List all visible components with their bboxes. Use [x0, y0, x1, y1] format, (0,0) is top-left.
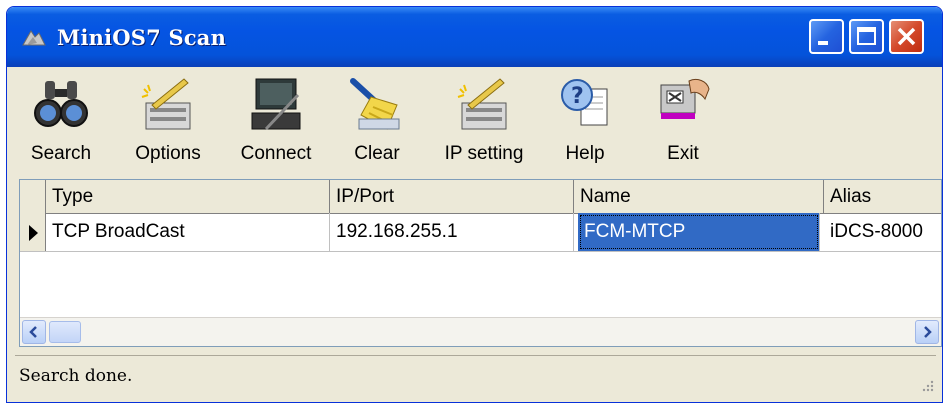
search-button[interactable]: Search	[19, 75, 103, 175]
help-button[interactable]: ? Help	[553, 75, 617, 175]
cell-alias[interactable]: iDCS-8000	[824, 213, 942, 251]
column-header-alias[interactable]: Alias	[824, 180, 942, 213]
help-label: Help	[565, 143, 605, 164]
chevron-left-icon	[29, 326, 37, 338]
clear-button[interactable]: Clear	[341, 75, 413, 175]
header-indicator-cell	[20, 180, 46, 213]
connect-button[interactable]: Connect	[229, 75, 323, 175]
minimize-icon	[818, 41, 828, 45]
broom-icon	[350, 78, 400, 130]
device-grid[interactable]: Type IP/Port Name Alias TCP BroadCast 19…	[19, 179, 942, 347]
table-row[interactable]: TCP BroadCast 192.168.255.1 FCM-MTCP iDC…	[20, 213, 941, 252]
column-header-type[interactable]: Type	[46, 180, 330, 213]
resize-grip-icon[interactable]	[920, 378, 934, 392]
row-pointer-icon	[29, 225, 38, 241]
scroll-thumb[interactable]	[49, 321, 81, 343]
options-icon	[141, 78, 191, 130]
toolbar: Search Options Connect Clear IP setting …	[7, 67, 942, 180]
grid-header: Type IP/Port Name Alias	[20, 180, 941, 214]
binoculars-icon	[34, 81, 88, 127]
ip-setting-button[interactable]: IP setting	[429, 75, 539, 175]
app-window: MiniOS7 Scan Search Options Connect Clea…	[6, 6, 943, 403]
search-label: Search	[30, 143, 92, 164]
scroll-left-button[interactable]	[22, 320, 46, 344]
options-label: Options	[135, 143, 201, 164]
connect-icon	[251, 78, 301, 131]
help-icon: ?	[561, 79, 608, 126]
clear-label: Clear	[354, 143, 400, 164]
exit-button[interactable]: Exit	[643, 75, 723, 175]
app-icon	[22, 30, 46, 46]
row-indicator-cell	[20, 213, 46, 251]
status-bar: Search done.	[15, 355, 936, 396]
ip-setting-label: IP setting	[444, 143, 524, 164]
title-bar[interactable]: MiniOS7 Scan	[7, 7, 942, 67]
column-header-ip-port[interactable]: IP/Port	[330, 180, 574, 213]
exit-label: Exit	[667, 143, 699, 164]
close-button[interactable]	[889, 19, 924, 54]
options-button[interactable]: Options	[123, 75, 213, 175]
cell-name[interactable]: FCM-MTCP	[578, 213, 820, 251]
scroll-right-button[interactable]	[915, 320, 939, 344]
cell-type[interactable]: TCP BroadCast	[46, 213, 330, 251]
status-text: Search done.	[19, 366, 133, 386]
svg-text:?: ?	[571, 84, 584, 109]
close-icon	[897, 27, 916, 46]
minimize-button[interactable]	[809, 19, 844, 54]
exit-icon	[660, 78, 710, 119]
maximize-button[interactable]	[849, 19, 884, 54]
ip-setting-icon	[457, 78, 507, 130]
column-header-name[interactable]: Name	[574, 180, 824, 213]
cell-ip-port[interactable]: 192.168.255.1	[330, 213, 574, 251]
maximize-icon	[857, 27, 876, 45]
connect-label: Connect	[240, 143, 312, 164]
chevron-right-icon	[924, 326, 932, 338]
window-title: MiniOS7 Scan	[57, 25, 227, 50]
horizontal-scrollbar[interactable]	[20, 317, 941, 346]
